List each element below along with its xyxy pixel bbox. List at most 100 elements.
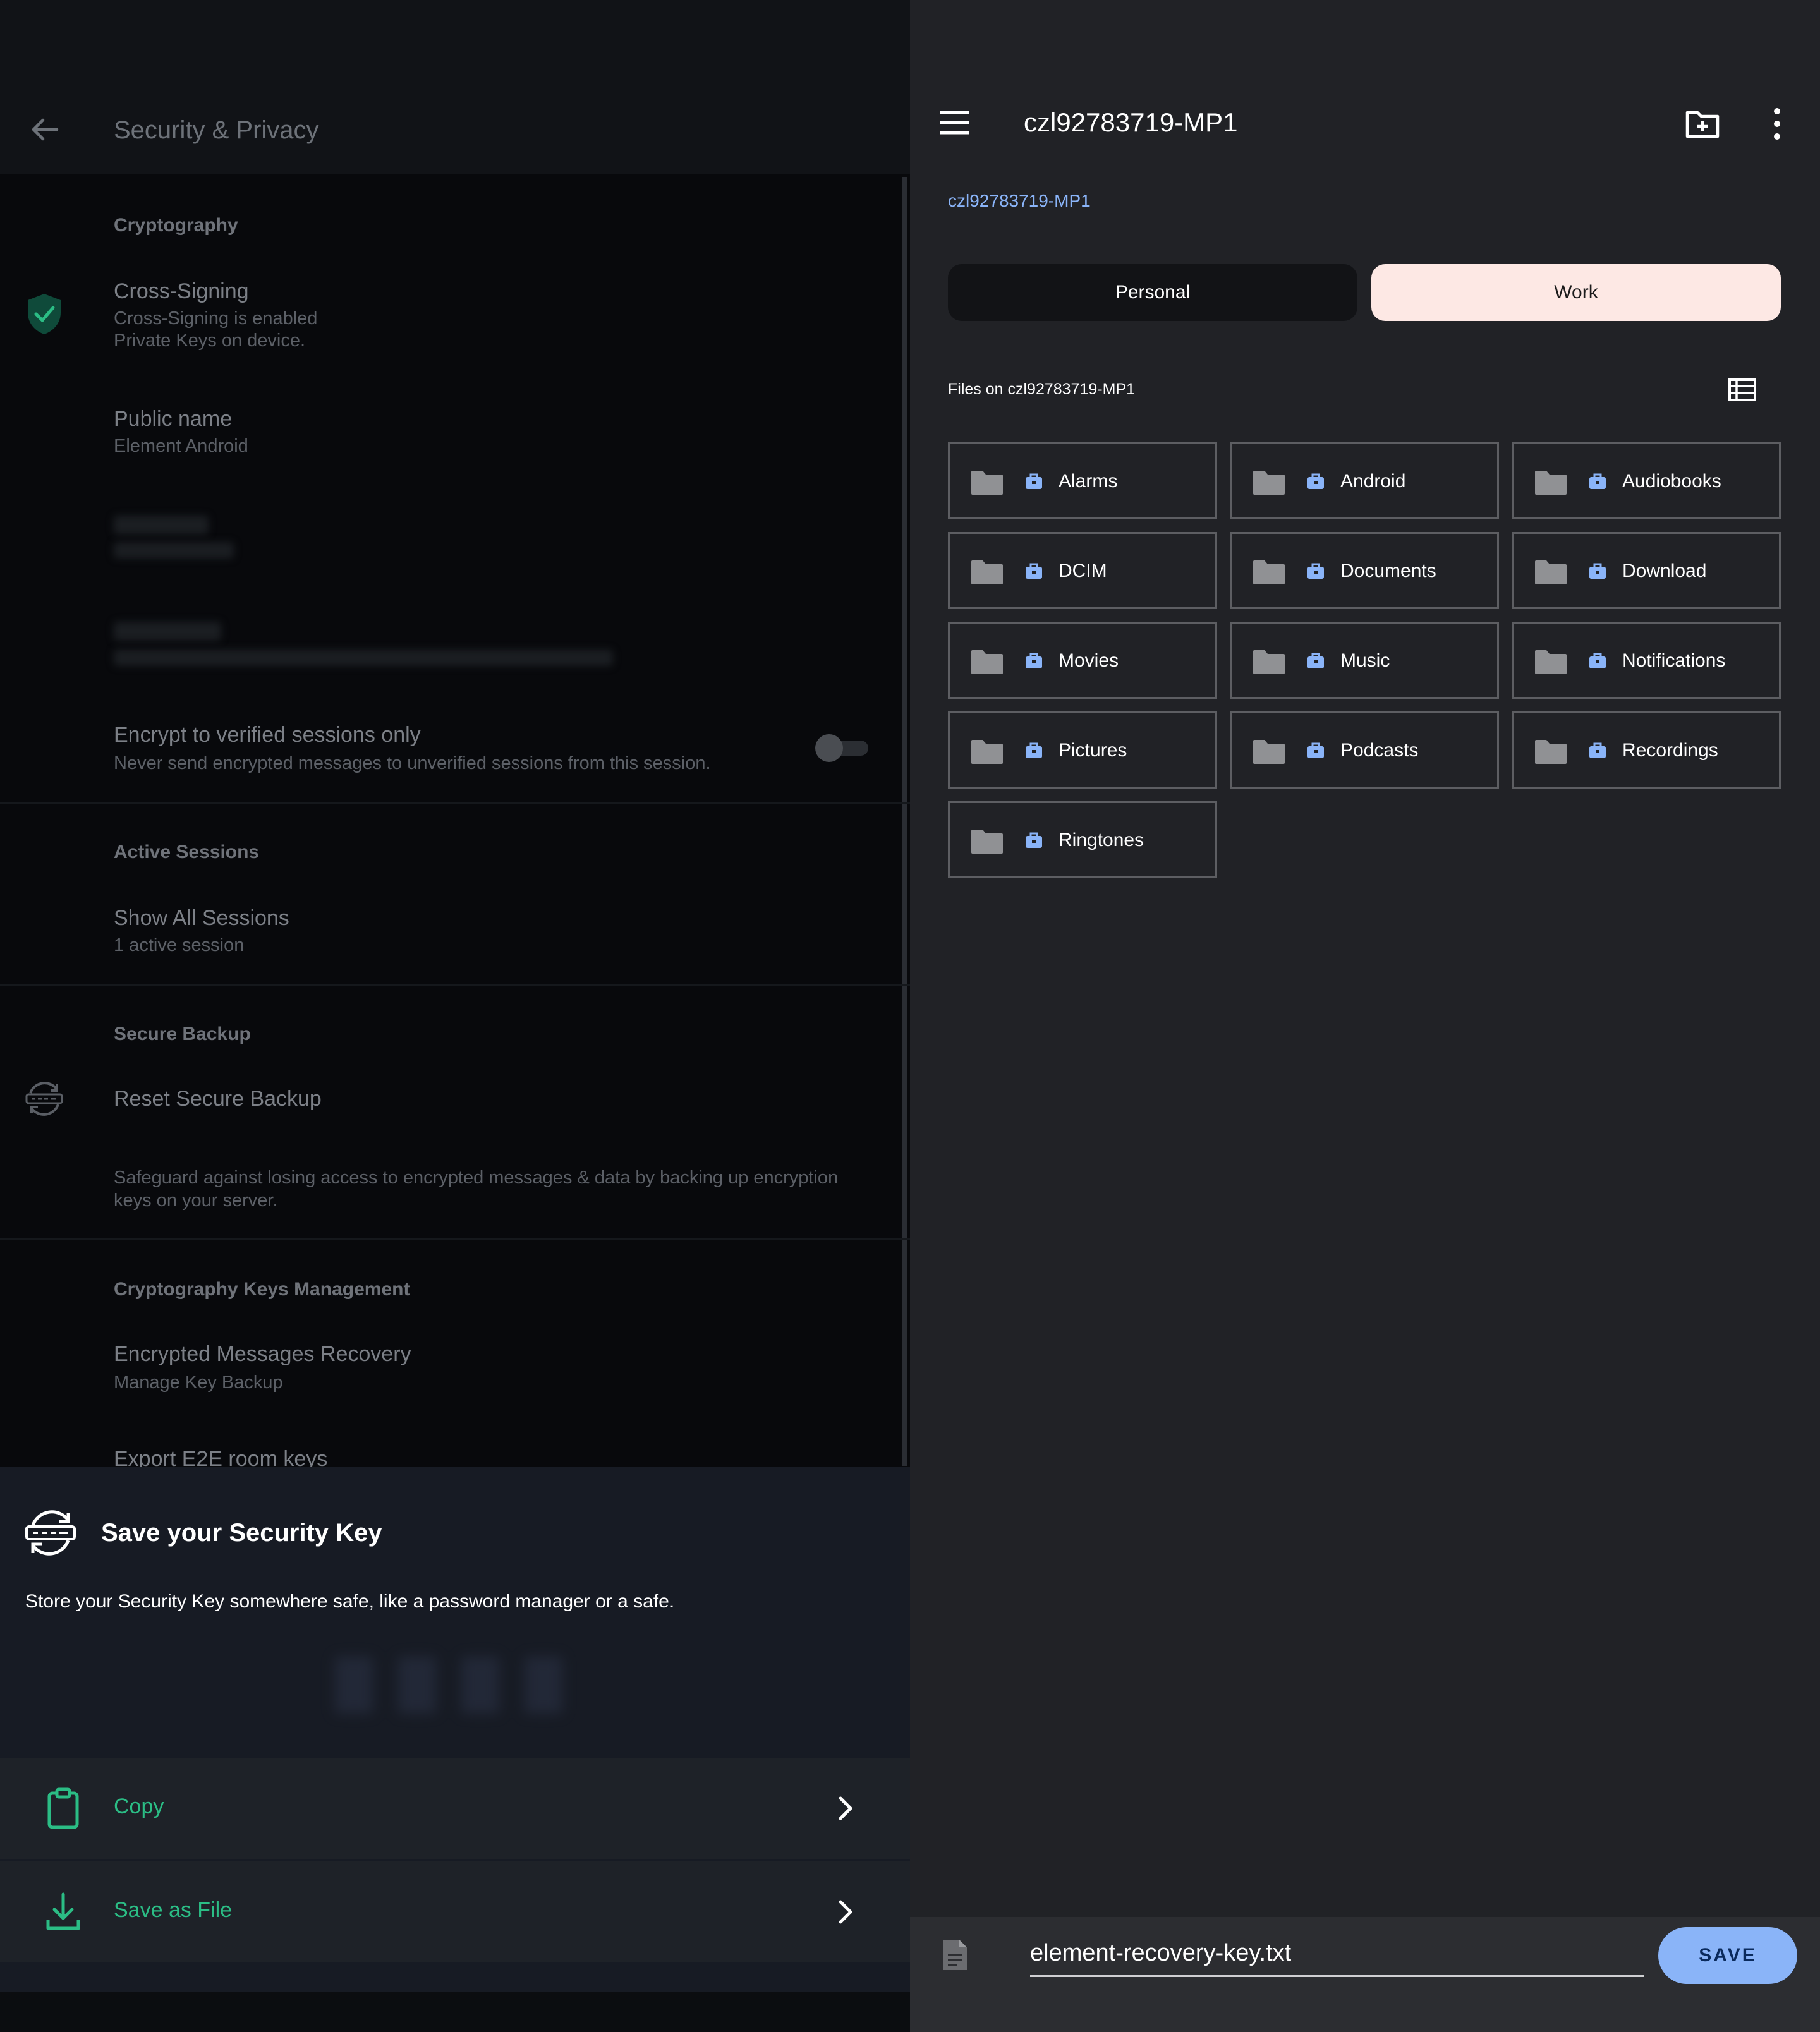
folder-label: DCIM: [1059, 560, 1107, 581]
briefcase-icon: [1589, 742, 1606, 758]
folder-item[interactable]: Documents: [1230, 532, 1499, 609]
folder-icon: [1535, 471, 1567, 495]
folder-icon: [1535, 740, 1567, 764]
briefcase-icon: [1026, 832, 1042, 848]
page-title: Security & Privacy: [114, 116, 319, 144]
folder-label: Audiobooks: [1622, 471, 1721, 492]
folder-item[interactable]: Audiobooks: [1512, 442, 1781, 519]
save-as-file-label: Save as File: [114, 1898, 233, 1922]
folder-icon: [971, 740, 1003, 764]
folder-label: Android: [1340, 471, 1406, 492]
briefcase-icon: [1026, 473, 1042, 489]
download-icon: [46, 1892, 80, 1930]
copy-button[interactable]: Copy: [0, 1758, 910, 1859]
back-arrow-icon[interactable]: [29, 114, 61, 145]
sheet-title: Save your Security Key: [101, 1519, 382, 1547]
folder-label: Movies: [1059, 650, 1119, 671]
folder-label: Podcasts: [1340, 740, 1419, 761]
settings-pane: Security & Privacy Cryptography Cross-Si…: [0, 0, 910, 2032]
folder-item[interactable]: Ringtones: [948, 801, 1217, 878]
list-view-icon[interactable]: [1728, 378, 1757, 402]
folder-item[interactable]: DCIM: [948, 532, 1217, 609]
briefcase-icon: [1307, 563, 1324, 579]
divider: [0, 1238, 910, 1240]
briefcase-icon: [1026, 742, 1042, 758]
save-button[interactable]: SAVE: [1658, 1927, 1797, 1984]
folder-icon: [1253, 740, 1285, 764]
scrollbar[interactable]: [902, 177, 907, 1466]
folder-icon: [1535, 560, 1567, 584]
save-bar: element-recovery-key.txt SAVE: [910, 1917, 1820, 2032]
app-bar: Security & Privacy: [0, 0, 910, 174]
cross-signing-title: Cross-Signing: [114, 279, 249, 303]
hamburger-menu-icon[interactable]: [938, 109, 972, 136]
folder-item[interactable]: Movies: [948, 622, 1217, 699]
folder-icon: [971, 560, 1003, 584]
filename-underline: [1030, 1975, 1644, 1977]
folder-item[interactable]: Music: [1230, 622, 1499, 699]
folder-icon: [1253, 560, 1285, 584]
copy-label: Copy: [114, 1794, 164, 1818]
sheet-description: Store your Security Key somewhere safe, …: [25, 1591, 675, 1612]
folder-item[interactable]: Recordings: [1512, 711, 1781, 789]
file-picker-pane: czl92783719-MP1 czl92783719-MP1 Personal…: [910, 0, 1820, 2032]
briefcase-icon: [1307, 473, 1324, 489]
folder-label: Documents: [1340, 560, 1436, 581]
blurred-session-id-title: [114, 516, 209, 535]
section-secure-backup: Secure Backup: [114, 1024, 251, 1044]
security-key-icon: [25, 1082, 63, 1116]
tab-personal[interactable]: Personal: [948, 264, 1357, 321]
navigation-bar: [0, 1992, 910, 2032]
briefcase-icon: [1307, 742, 1324, 758]
folder-item[interactable]: Android: [1230, 442, 1499, 519]
public-name-title: Public name: [114, 407, 233, 431]
blurred-security-key: [335, 1657, 575, 1714]
security-key-icon: [25, 1510, 76, 1556]
section-cryptography: Cryptography: [114, 215, 238, 236]
more-vert-icon[interactable]: [1772, 107, 1782, 140]
show-all-sessions-subtitle: 1 active session: [114, 935, 245, 955]
breadcrumb[interactable]: czl92783719-MP1: [948, 191, 1091, 211]
reset-secure-backup[interactable]: Reset Secure Backup: [114, 1087, 322, 1111]
folder-label: Download: [1622, 560, 1707, 581]
folder-item[interactable]: Podcasts: [1230, 711, 1499, 789]
new-folder-icon[interactable]: [1685, 107, 1720, 139]
encrypt-verified-toggle[interactable]: [815, 734, 868, 762]
blurred-session-id-value: [114, 542, 234, 559]
secure-backup-description: Safeguard against losing access to encry…: [114, 1168, 839, 1211]
folder-label: Music: [1340, 650, 1390, 671]
show-all-sessions-title: Show All Sessions: [114, 906, 289, 930]
section-active-sessions: Active Sessions: [114, 842, 260, 862]
folder-icon: [1535, 650, 1567, 674]
filename-input[interactable]: element-recovery-key.txt: [1030, 1940, 1291, 1967]
folder-label: Ringtones: [1059, 830, 1144, 850]
briefcase-icon: [1026, 563, 1042, 579]
folder-icon: [971, 471, 1003, 495]
public-name-value: Element Android: [114, 436, 248, 456]
chevron-right-icon: [839, 1796, 852, 1820]
folder-icon: [1253, 471, 1285, 495]
briefcase-icon: [1026, 653, 1042, 668]
chevron-right-icon: [839, 1900, 852, 1924]
save-as-file-button[interactable]: Save as File: [0, 1861, 910, 1962]
picker-title: czl92783719-MP1: [1024, 107, 1238, 137]
tab-work[interactable]: Work: [1371, 264, 1781, 321]
shield-check-icon: [28, 294, 61, 334]
folder-item[interactable]: Download: [1512, 532, 1781, 609]
folder-label: Notifications: [1622, 650, 1726, 671]
folder-item[interactable]: Notifications: [1512, 622, 1781, 699]
briefcase-icon: [1589, 653, 1606, 668]
section-keys-management: Cryptography Keys Management: [114, 1279, 410, 1300]
encrypt-verified-title: Encrypt to verified sessions only: [114, 723, 421, 747]
document-icon: [943, 1940, 967, 1970]
cross-signing-keys: Private Keys on device.: [114, 330, 306, 351]
clipboard-icon: [47, 1787, 79, 1829]
divider: [0, 802, 910, 804]
folder-label: Alarms: [1059, 471, 1118, 492]
divider: [0, 984, 910, 986]
folder-item[interactable]: Pictures: [948, 711, 1217, 789]
folder-item[interactable]: Alarms: [948, 442, 1217, 519]
briefcase-icon: [1307, 653, 1324, 668]
folder-icon: [971, 830, 1003, 854]
files-location-label: Files on czl92783719-MP1: [948, 380, 1135, 398]
